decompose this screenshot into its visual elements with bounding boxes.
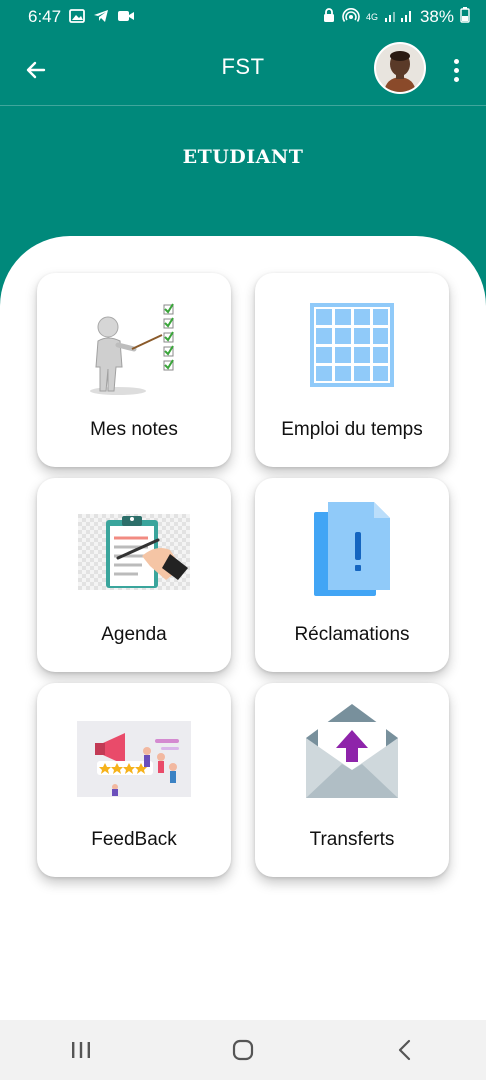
signal-icon <box>384 7 414 27</box>
chevron-left-icon <box>398 1039 411 1061</box>
status-time: 6:47 <box>28 7 62 26</box>
tile-transferts[interactable]: Transferts <box>255 683 449 877</box>
home-icon <box>232 1039 254 1061</box>
home-button[interactable] <box>213 1025 273 1075</box>
tile-label: FeedBack <box>91 829 177 850</box>
video-icon <box>117 8 135 27</box>
tile-feedback[interactable]: FeedBack <box>37 683 231 877</box>
system-nav-bar <box>0 1020 486 1080</box>
dot <box>453 76 459 82</box>
dot <box>453 58 459 64</box>
grid-calendar-icon <box>255 291 449 399</box>
battery-icon <box>460 6 470 28</box>
tile-label: Transferts <box>309 829 395 850</box>
battery-percent: 38% <box>419 7 454 26</box>
back-nav-button[interactable] <box>375 1025 435 1075</box>
status-bar: 6:47 4G 38% <box>0 0 486 34</box>
telegram-icon <box>93 8 109 27</box>
document-exclamation-icon <box>255 496 449 604</box>
tile-label: Réclamations <box>294 624 410 645</box>
tile-label: Mes notes <box>90 419 178 440</box>
clipboard-pen-icon <box>37 514 231 590</box>
recent-apps-button[interactable] <box>51 1025 111 1075</box>
more-options-button[interactable] <box>442 52 470 88</box>
recent-apps-icon <box>72 1042 90 1058</box>
role-title: ETUDIANT <box>182 146 304 168</box>
tile-agenda[interactable]: Agenda <box>37 478 231 672</box>
envelope-upload-icon <box>255 701 449 801</box>
tile-reclamations[interactable]: Réclamations <box>255 478 449 672</box>
avatar[interactable] <box>374 42 426 94</box>
tile-label: Emploi du temps <box>281 419 423 440</box>
tile-mes-notes[interactable]: Mes notes <box>37 273 231 467</box>
lock-icon <box>322 7 336 28</box>
dot <box>453 67 459 73</box>
network-type: 4G <box>365 11 378 22</box>
tile-emploi-du-temps[interactable]: Emploi du temps <box>255 273 449 467</box>
app-bar: FST <box>0 34 486 106</box>
tile-label: Agenda <box>101 624 167 645</box>
hotspot-icon <box>342 7 360 28</box>
megaphone-rating-icon <box>37 721 231 797</box>
presenter-checklist-icon <box>37 291 231 399</box>
gallery-icon <box>69 8 85 27</box>
